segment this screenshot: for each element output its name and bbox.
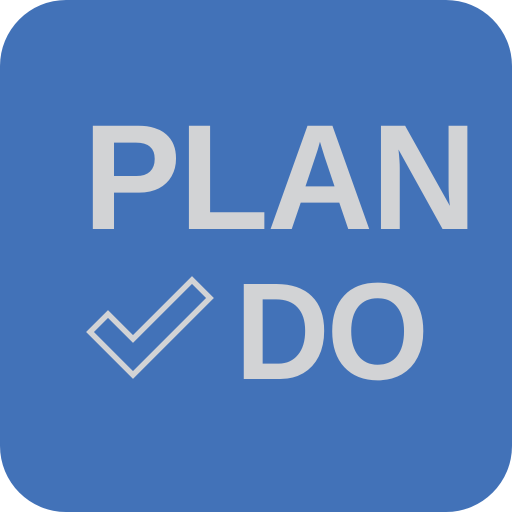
app-icon[interactable]: PLAN DO	[0, 0, 512, 512]
do-label: DO	[235, 255, 429, 409]
checkmark-outline-icon	[86, 276, 214, 379]
plan-label: PLAN	[83, 93, 477, 261]
